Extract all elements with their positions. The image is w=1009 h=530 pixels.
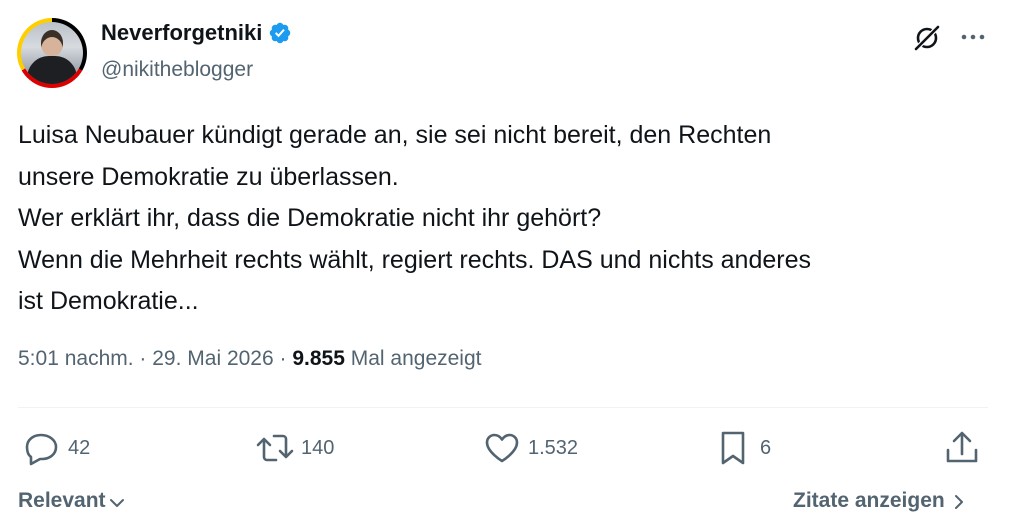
tweet-meta: 5:01 nachm. · 29. Mai 2026 · 9.855 Mal a… xyxy=(18,347,482,371)
retweet-count: 140 xyxy=(301,436,335,459)
tweet-text-line: Wenn die Mehrheit rechts wählt, regiert … xyxy=(18,245,811,274)
avatar[interactable] xyxy=(17,18,87,88)
like-button[interactable]: 1.532 xyxy=(482,428,578,468)
author-handle[interactable]: @nikitheblogger xyxy=(101,58,253,82)
retweet-button[interactable]: 140 xyxy=(255,428,334,468)
meta-separator: · xyxy=(133,347,153,370)
bookmark-icon xyxy=(721,431,745,465)
tweet-text-line: unsere Demokratie zu überlassen. xyxy=(18,162,399,191)
chevron-right-icon xyxy=(954,495,963,509)
tweet-detail: Neverforgetniki @nikitheblogger Luisa Ne… xyxy=(0,0,1009,530)
share-icon xyxy=(946,431,978,463)
divider xyxy=(18,407,988,408)
tweet-date[interactable]: 29. Mai 2026 xyxy=(152,347,273,370)
chevron-down-icon xyxy=(109,499,124,507)
tweet-time[interactable]: 5:01 nachm. xyxy=(18,347,134,370)
tweet-text-line: Wer erklärt ihr, dass die Demokratie nic… xyxy=(18,204,602,232)
tweet-text-line: ist Demokratie... xyxy=(18,287,199,315)
author-display-name[interactable]: Neverforgetniki xyxy=(101,20,262,46)
verified-badge-icon xyxy=(270,22,291,44)
meta-separator: · xyxy=(273,347,293,370)
reply-button[interactable]: 42 xyxy=(22,428,90,468)
bookmark-count: 6 xyxy=(760,436,772,459)
grok-icon[interactable] xyxy=(911,22,943,54)
heart-icon xyxy=(485,433,519,463)
views-count: 9.855 xyxy=(292,347,345,370)
quotes-label: Zitate anzeigen xyxy=(793,489,945,512)
more-horizontal-icon[interactable] xyxy=(957,22,989,52)
tweet-text-line: Luisa Neubauer kündigt gerade an, sie se… xyxy=(18,121,772,149)
bookmark-button[interactable]: 6 xyxy=(714,428,771,468)
author-name-row: Neverforgetniki xyxy=(101,20,292,46)
views-label: Mal angezeigt xyxy=(344,347,482,370)
sort-label: Relevant xyxy=(18,489,106,512)
share-button[interactable] xyxy=(942,428,982,468)
like-count: 1.532 xyxy=(528,436,579,459)
tweet-text: Luisa Neubauer kündigt gerade an, sie se… xyxy=(18,115,988,323)
reply-icon xyxy=(25,433,58,466)
reply-count: 42 xyxy=(68,436,91,459)
avatar-photo xyxy=(21,22,83,84)
retweet-icon xyxy=(256,434,294,462)
view-quotes-link[interactable]: Zitate anzeigen xyxy=(793,489,969,513)
sort-replies-dropdown[interactable]: Relevant xyxy=(18,489,127,513)
